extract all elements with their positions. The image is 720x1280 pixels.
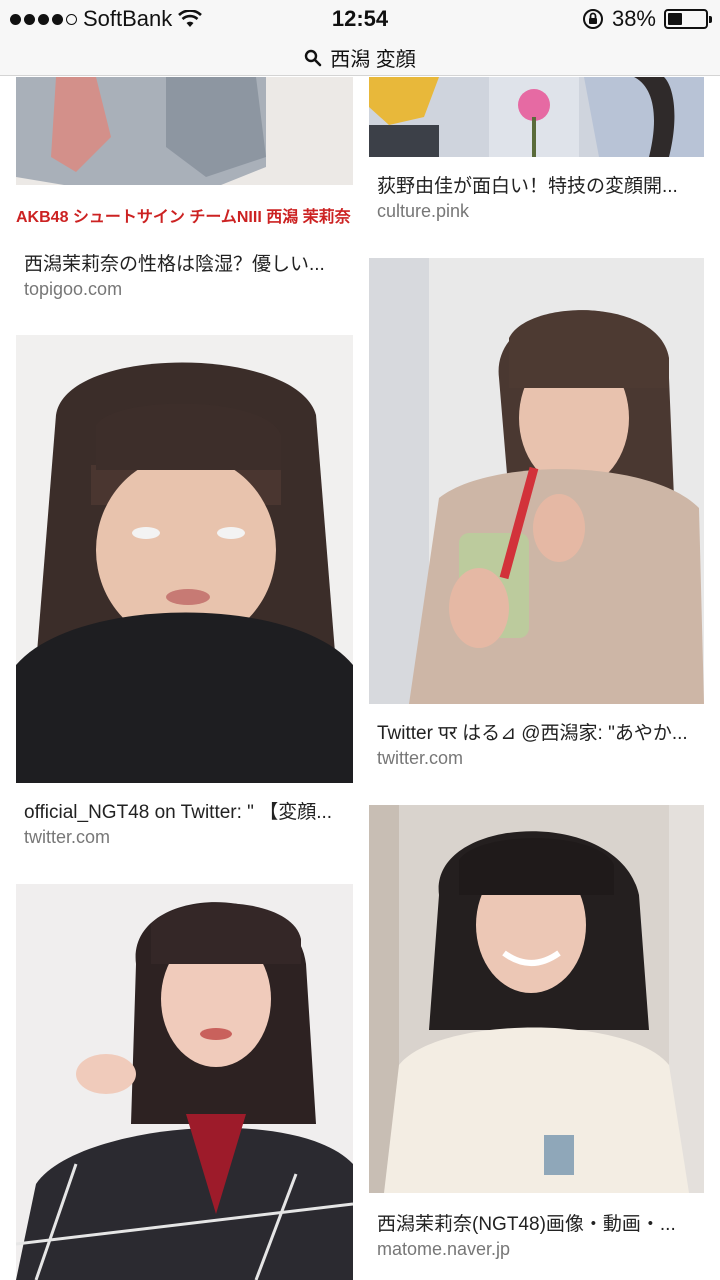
search-bar[interactable]: 西潟 変顔	[0, 40, 720, 76]
result-title[interactable]: 西潟茉莉奈の性格は陰湿？優しい...	[24, 249, 345, 276]
result-title[interactable]: Twitter पर はる⊿ @西潟家: "あやか...	[377, 718, 696, 745]
battery-fill	[668, 13, 682, 25]
result-card[interactable]: 西潟茉莉奈(NGT48)画像・動画・... matome.naver.jp	[369, 805, 704, 1280]
search-query[interactable]: 西潟 変顔	[330, 43, 416, 72]
result-card[interactable]: 荻野由佳が面白い！特技の変顔開... culture.pink	[369, 77, 704, 237]
thumbnail-caption: AKB48 シュートサイン チームNIII 西潟 茉莉奈	[16, 209, 351, 226]
battery-icon	[664, 9, 712, 29]
result-thumbnail[interactable]	[369, 258, 704, 704]
result-thumbnail[interactable]	[369, 805, 704, 1193]
result-title[interactable]: 荻野由佳が面白い！特技の変顔開...	[377, 171, 696, 198]
result-card[interactable]: Twitter पर はる⊿ @西潟家: "あやか... twitter.com	[369, 258, 704, 788]
result-card[interactable]: official_NGT48 on Twitter: " 【変顔... twit…	[16, 335, 353, 865]
status-bar: SoftBank 12:54 38%	[0, 0, 720, 40]
result-domain: twitter.com	[24, 827, 111, 847]
result-domain: culture.pink	[377, 201, 470, 221]
result-thumbnail[interactable]	[16, 335, 353, 783]
result-domain: twitter.com	[377, 748, 464, 768]
result-domain: matome.naver.jp	[377, 1239, 511, 1259]
battery-percent: 38%	[611, 6, 656, 31]
result-title[interactable]: 西潟茉莉奈(NGT48)画像・動画・...	[377, 1209, 696, 1236]
result-thumbnail[interactable]	[369, 77, 704, 157]
result-domain: topigoo.com	[24, 279, 123, 299]
orientation-lock-icon	[582, 9, 603, 29]
status-right: 38%	[582, 6, 712, 32]
result-thumbnail[interactable]	[16, 884, 353, 1280]
result-card[interactable]	[16, 884, 353, 1280]
result-title[interactable]: official_NGT48 on Twitter: " 【変顔...	[24, 797, 345, 824]
result-card[interactable]: AKB48 シュートサイン チームNIII 西潟 茉莉奈 西潟茉莉奈の性格は陰湿…	[16, 77, 353, 317]
search-icon	[305, 49, 322, 66]
image-results-grid: AKB48 シュートサイン チームNIII 西潟 茉莉奈 西潟茉莉奈の性格は陰湿…	[0, 77, 720, 1280]
result-thumbnail[interactable]: AKB48 シュートサイン チームNIII 西潟 茉莉奈	[16, 77, 353, 235]
